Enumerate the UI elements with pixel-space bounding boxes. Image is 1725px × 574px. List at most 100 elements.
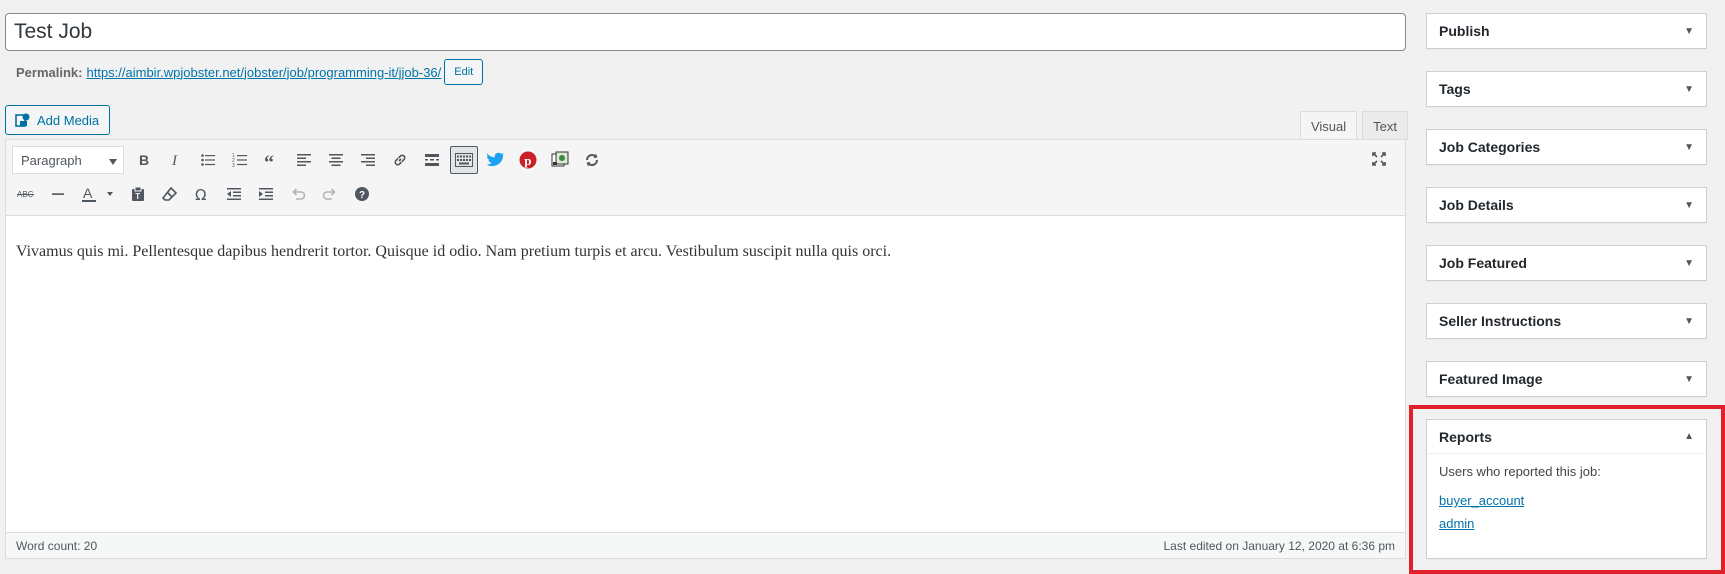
featured-image-box-header[interactable]: Featured Image ▼ bbox=[1427, 362, 1706, 396]
read-more-button[interactable] bbox=[418, 146, 446, 174]
chevron-down-icon[interactable]: ▼ bbox=[1684, 374, 1694, 385]
align-left-icon bbox=[296, 152, 312, 168]
content-paragraph[interactable]: Vivamus quis mi. Pellentesque dapibus he… bbox=[16, 243, 1395, 261]
svg-text:Ω: Ω bbox=[195, 186, 206, 202]
fullscreen-icon bbox=[1371, 151, 1387, 167]
svg-text:I: I bbox=[171, 153, 178, 168]
paste-text-button[interactable]: T bbox=[124, 180, 152, 208]
add-media-label: Add Media bbox=[37, 112, 100, 128]
editor-box: Paragraph B I 123 “ p ABC A T Ω ? Vivamu… bbox=[5, 139, 1406, 559]
reporter-link[interactable]: admin bbox=[1439, 516, 1694, 531]
chevron-down-icon[interactable]: ▼ bbox=[1684, 258, 1694, 269]
editor-content[interactable]: Vivamus quis mi. Pellentesque dapibus he… bbox=[6, 216, 1405, 512]
undo-button[interactable] bbox=[284, 180, 312, 208]
editor-toolbar: Paragraph B I 123 “ p ABC A T Ω ? bbox=[6, 140, 1405, 216]
strikethrough-button[interactable]: ABC bbox=[12, 180, 40, 208]
svg-text:A: A bbox=[83, 185, 93, 201]
publish-box: Publish ▼ bbox=[1426, 13, 1707, 49]
editor-column: Permalink: https://aimbir.wpjobster.net/… bbox=[0, 0, 1412, 574]
fullscreen-button[interactable] bbox=[1365, 145, 1393, 173]
job-featured-box: Job Featured ▼ bbox=[1426, 245, 1707, 281]
chevron-down-icon[interactable]: ▼ bbox=[1684, 316, 1694, 327]
align-left-button[interactable] bbox=[290, 146, 318, 174]
toolbar-toggle-button[interactable] bbox=[450, 146, 478, 174]
publish-box-header[interactable]: Publish ▼ bbox=[1427, 14, 1706, 48]
horizontal-line-button[interactable] bbox=[44, 180, 72, 208]
align-right-button[interactable] bbox=[354, 146, 382, 174]
numbered-list-button[interactable]: 123 bbox=[226, 146, 254, 174]
align-center-button[interactable] bbox=[322, 146, 350, 174]
reporter-link[interactable]: buyer_account bbox=[1439, 493, 1694, 508]
post-title-input[interactable] bbox=[5, 13, 1406, 51]
image-map-button[interactable] bbox=[546, 146, 574, 174]
last-edited: Last edited on January 12, 2020 at 6:36 … bbox=[1163, 538, 1396, 553]
bold-icon: B bbox=[136, 152, 152, 168]
bold-button[interactable]: B bbox=[130, 146, 158, 174]
job-categories-box-header[interactable]: Job Categories ▼ bbox=[1427, 130, 1706, 164]
job-details-box-header[interactable]: Job Details ▼ bbox=[1427, 188, 1706, 222]
tab-text[interactable]: Text bbox=[1362, 111, 1408, 140]
editor-tabs: Visual Text bbox=[1295, 111, 1408, 140]
italic-button[interactable]: I bbox=[162, 146, 190, 174]
toolbar-row-2: ABC A T Ω ? bbox=[12, 179, 380, 209]
indent-button[interactable] bbox=[252, 180, 280, 208]
undo-icon bbox=[290, 186, 306, 202]
special-character-button[interactable]: Ω bbox=[188, 180, 216, 208]
job-featured-box-title: Job Featured bbox=[1439, 255, 1527, 271]
link-button[interactable] bbox=[386, 146, 414, 174]
tags-box: Tags ▼ bbox=[1426, 71, 1707, 107]
reports-body: Users who reported this job: buyer_accou… bbox=[1427, 454, 1706, 549]
twitter-button[interactable] bbox=[482, 146, 510, 174]
job-details-box-title: Job Details bbox=[1439, 197, 1514, 213]
reports-box-header[interactable]: Reports ▲ bbox=[1427, 420, 1706, 454]
paste-text-icon: T bbox=[130, 186, 146, 202]
text-color-button[interactable]: A bbox=[76, 180, 120, 208]
blockquote-icon: “ bbox=[264, 152, 280, 168]
special-character-icon: Ω bbox=[194, 186, 210, 202]
toolbar-toggle-icon bbox=[455, 153, 473, 167]
job-featured-box-header[interactable]: Job Featured ▼ bbox=[1427, 246, 1706, 280]
permalink-link[interactable]: https://aimbir.wpjobster.net/jobster/job… bbox=[86, 65, 441, 80]
outdent-icon bbox=[226, 186, 242, 202]
tab-visual[interactable]: Visual bbox=[1299, 111, 1358, 140]
chevron-down-icon[interactable]: ▼ bbox=[1684, 84, 1694, 95]
word-count: Word count: 20 bbox=[16, 538, 98, 553]
link-icon bbox=[392, 152, 408, 168]
help-icon: ? bbox=[354, 186, 370, 202]
seller-instructions-box-header[interactable]: Seller Instructions ▼ bbox=[1427, 304, 1706, 338]
numbered-list-icon: 123 bbox=[232, 152, 248, 168]
blockquote-button[interactable]: “ bbox=[258, 146, 286, 174]
permalink-row: Permalink: https://aimbir.wpjobster.net/… bbox=[16, 59, 484, 85]
refresh-button[interactable] bbox=[578, 146, 606, 174]
job-categories-box-title: Job Categories bbox=[1439, 139, 1541, 155]
reports-box: Reports ▲ Users who reported this job: b… bbox=[1426, 419, 1707, 559]
refresh-icon bbox=[584, 152, 600, 168]
chevron-up-icon[interactable]: ▲ bbox=[1684, 431, 1694, 442]
format-select[interactable]: Paragraph bbox=[12, 146, 124, 174]
tags-box-header[interactable]: Tags ▼ bbox=[1427, 72, 1706, 106]
tags-box-title: Tags bbox=[1439, 81, 1471, 97]
svg-text:T: T bbox=[135, 192, 140, 201]
bulleted-list-icon bbox=[200, 152, 216, 168]
read-more-icon bbox=[424, 152, 440, 168]
align-right-icon bbox=[360, 152, 376, 168]
outdent-button[interactable] bbox=[220, 180, 248, 208]
sidebar: Publish ▼ Tags ▼ Job Categories ▼ Job De… bbox=[1426, 0, 1707, 574]
edit-permalink-button[interactable]: Edit bbox=[444, 59, 484, 85]
svg-text:B: B bbox=[139, 152, 149, 168]
chevron-down-icon[interactable]: ▼ bbox=[1684, 142, 1694, 153]
redo-button[interactable] bbox=[316, 180, 344, 208]
add-media-button[interactable]: Add Media bbox=[5, 105, 110, 135]
redo-icon bbox=[322, 186, 338, 202]
pinterest-button[interactable]: p bbox=[514, 146, 542, 174]
permalink-label: Permalink: bbox=[16, 64, 83, 80]
twitter-icon bbox=[487, 152, 505, 168]
chevron-down-icon[interactable]: ▼ bbox=[1684, 26, 1694, 37]
image-map-icon bbox=[551, 151, 569, 169]
chevron-down-icon[interactable]: ▼ bbox=[1684, 200, 1694, 211]
publish-box-title: Publish bbox=[1439, 23, 1490, 39]
clear-formatting-button[interactable] bbox=[156, 180, 184, 208]
bulleted-list-button[interactable] bbox=[194, 146, 222, 174]
help-button[interactable]: ? bbox=[348, 180, 376, 208]
editor-status-bar: Word count: 20 Last edited on January 12… bbox=[6, 532, 1405, 558]
